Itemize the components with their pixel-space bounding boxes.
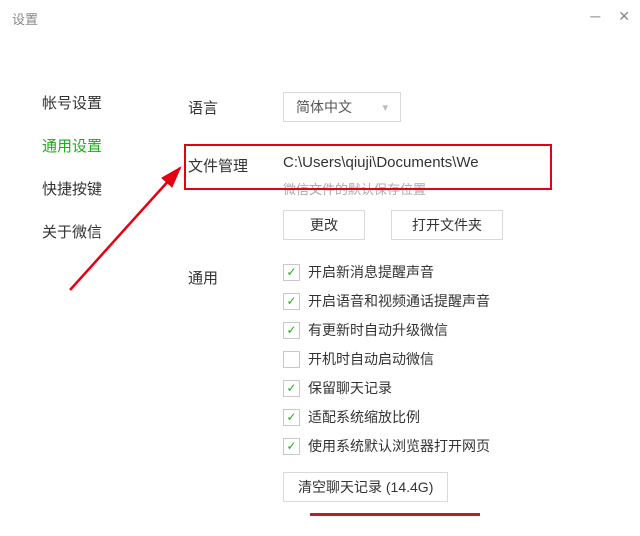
change-button[interactable]: 更改 (283, 210, 365, 240)
checkbox-icon (283, 438, 300, 455)
language-selected: 简体中文 (296, 97, 352, 117)
checkbox-icon (283, 380, 300, 397)
change-button-label: 更改 (310, 215, 338, 235)
container: 帐号设置 通用设置 快捷按键 关于微信 语言 简体中文 ▾ 文件管理 C:\Us… (0, 36, 640, 536)
window-title: 设置 (12, 9, 38, 28)
checkbox-icon (283, 409, 300, 426)
file-manage-content: C:\Users\qiuji\Documents\We 微信文件的默认保存位置 … (283, 150, 610, 240)
checkbox-label: 保留聊天记录 (308, 378, 392, 398)
sidebar-item-account[interactable]: 帐号设置 (42, 92, 140, 113)
file-manage-label: 文件管理 (188, 150, 283, 176)
checkbox-icon (283, 351, 300, 368)
sidebar: 帐号设置 通用设置 快捷按键 关于微信 (0, 36, 140, 536)
sidebar-item-shortcuts[interactable]: 快捷按键 (42, 178, 140, 199)
checkbox-option[interactable]: 开机时自动启动微信 (283, 349, 610, 369)
general-options: 开启新消息提醒声音开启语音和视频通话提醒声音有更新时自动升级微信开机时自动启动微… (283, 262, 610, 456)
open-folder-button-label: 打开文件夹 (412, 215, 482, 235)
checkbox-label: 开启新消息提醒声音 (308, 262, 434, 282)
checkbox-label: 使用系统默认浏览器打开网页 (308, 436, 490, 456)
general-content: 开启新消息提醒声音开启语音和视频通话提醒声音有更新时自动升级微信开机时自动启动微… (283, 262, 610, 502)
titlebar: 设置 ─ ✕ (0, 0, 640, 36)
checkbox-label: 适配系统缩放比例 (308, 407, 420, 427)
checkbox-option[interactable]: 保留聊天记录 (283, 378, 610, 398)
checkbox-option[interactable]: 有更新时自动升级微信 (283, 320, 610, 340)
file-path: C:\Users\qiuji\Documents\We (283, 150, 610, 175)
clear-chat-button[interactable]: 清空聊天记录 (14.4G) (283, 472, 448, 502)
sidebar-item-label: 通用设置 (42, 138, 102, 155)
checkbox-label: 开机时自动启动微信 (308, 349, 434, 369)
clear-chat-label: 清空聊天记录 (14.4G) (298, 477, 433, 497)
checkbox-icon (283, 322, 300, 339)
file-hint: 微信文件的默认保存位置 (283, 179, 610, 198)
checkbox-label: 有更新时自动升级微信 (308, 320, 448, 340)
checkbox-option[interactable]: 适配系统缩放比例 (283, 407, 610, 427)
window-controls: ─ ✕ (590, 8, 630, 25)
language-content: 简体中文 ▾ (283, 92, 610, 122)
checkbox-label: 开启语音和视频通话提醒声音 (308, 291, 490, 311)
file-manage-row: 文件管理 C:\Users\qiuji\Documents\We 微信文件的默认… (188, 150, 610, 240)
chevron-down-icon: ▾ (382, 101, 388, 114)
language-row: 语言 简体中文 ▾ (188, 92, 610, 122)
checkbox-icon (283, 264, 300, 281)
close-icon[interactable]: ✕ (618, 8, 630, 25)
language-select[interactable]: 简体中文 ▾ (283, 92, 401, 122)
sidebar-item-about[interactable]: 关于微信 (42, 221, 140, 242)
checkbox-option[interactable]: 使用系统默认浏览器打开网页 (283, 436, 610, 456)
checkbox-option[interactable]: 开启新消息提醒声音 (283, 262, 610, 282)
file-buttons: 更改 打开文件夹 (283, 210, 610, 240)
sidebar-item-label: 关于微信 (42, 224, 102, 241)
open-folder-button[interactable]: 打开文件夹 (391, 210, 503, 240)
general-row: 通用 开启新消息提醒声音开启语音和视频通话提醒声音有更新时自动升级微信开机时自动… (188, 262, 610, 502)
language-label: 语言 (188, 92, 283, 118)
sidebar-item-general[interactable]: 通用设置 (42, 135, 140, 156)
general-label: 通用 (188, 262, 283, 288)
main-panel: 语言 简体中文 ▾ 文件管理 C:\Users\qiuji\Documents\… (140, 36, 640, 536)
checkbox-icon (283, 293, 300, 310)
sidebar-item-label: 快捷按键 (42, 181, 102, 198)
minimize-icon[interactable]: ─ (590, 8, 600, 25)
checkbox-option[interactable]: 开启语音和视频通话提醒声音 (283, 291, 610, 311)
sidebar-item-label: 帐号设置 (42, 95, 102, 112)
